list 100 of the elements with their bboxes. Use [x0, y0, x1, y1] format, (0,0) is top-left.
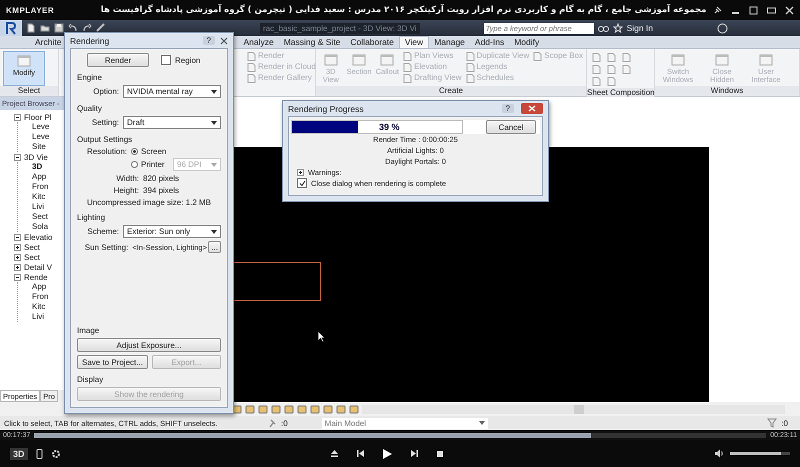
- engine-dropdown[interactable]: NVIDIA mental ray: [123, 85, 221, 98]
- model-dropdown[interactable]: Main Model: [322, 418, 488, 428]
- radio-button[interactable]: [131, 161, 138, 168]
- 3d-toggle[interactable]: 3D: [10, 448, 28, 460]
- star-icon[interactable]: [612, 23, 623, 33]
- dialog-title: Rendering: [70, 36, 110, 46]
- ribbon-tab[interactable]: Analyze: [238, 37, 279, 48]
- tree-item[interactable]: Sola: [32, 222, 48, 232]
- render-button[interactable]: Render: [87, 53, 149, 67]
- tree-item[interactable]: Fron: [32, 182, 48, 192]
- tree-item[interactable]: Floor Pl: [24, 112, 52, 122]
- checkbox[interactable]: [161, 55, 171, 65]
- ribbon-tab[interactable]: View: [398, 36, 430, 48]
- help-button[interactable]: ?: [202, 36, 215, 45]
- tree-item[interactable]: 3D: [32, 162, 42, 172]
- window-icon: [351, 52, 368, 68]
- caret-icon: [211, 230, 217, 234]
- close-icon[interactable]: [220, 36, 228, 44]
- browse-button[interactable]: ...: [208, 241, 221, 253]
- collapse-icon[interactable]: [14, 274, 21, 280]
- ribbon-tab[interactable]: Massing & Site: [278, 37, 346, 48]
- caret-icon: [211, 90, 217, 94]
- help-button[interactable]: ?: [502, 104, 514, 113]
- next-icon[interactable]: [410, 449, 419, 458]
- stop-icon[interactable]: [436, 450, 444, 458]
- volume-icon[interactable]: [714, 449, 724, 458]
- settings-icon[interactable]: [50, 448, 61, 458]
- collapse-icon[interactable]: [14, 234, 21, 240]
- filter-icon[interactable]: [767, 418, 778, 428]
- tree-item[interactable]: 3D Vie: [24, 152, 48, 162]
- field-label: Resolution:: [86, 147, 127, 156]
- tree-item[interactable]: Leve: [32, 122, 50, 132]
- maximize-icon[interactable]: [749, 6, 758, 14]
- section-heading: Quality: [77, 104, 103, 113]
- progress-percent: 39 %: [379, 122, 400, 132]
- adjust-exposure-button[interactable]: Adjust Exposure...: [77, 338, 221, 352]
- new-document-icon[interactable]: [26, 23, 36, 33]
- tree-item[interactable]: App: [32, 172, 46, 182]
- tree-item[interactable]: Kitc: [32, 302, 46, 312]
- tree-item[interactable]: Sect: [24, 252, 40, 262]
- previous-icon[interactable]: [356, 449, 365, 458]
- window-icon: [379, 52, 396, 68]
- section-heading: Image: [77, 326, 100, 335]
- fullscreen-icon[interactable]: [767, 6, 776, 14]
- ribbon-tab[interactable]: Manage: [429, 37, 470, 48]
- tree-item[interactable]: Elevatio: [24, 232, 52, 242]
- checkbox[interactable]: [297, 178, 307, 188]
- document-icon: [533, 52, 542, 60]
- sign-in-link[interactable]: Sign In: [626, 23, 654, 33]
- image-size-text: Uncompressed image size: 1.2 MB: [86, 198, 212, 207]
- tree-item[interactable]: Fron: [32, 292, 48, 302]
- expand-icon[interactable]: [14, 244, 21, 250]
- expand-icon[interactable]: [297, 169, 304, 176]
- tree-item[interactable]: Sect: [24, 242, 40, 252]
- binoculars-icon[interactable]: [598, 23, 609, 33]
- cancel-button[interactable]: Cancel: [486, 120, 536, 134]
- tree-item[interactable]: Livi: [32, 312, 44, 322]
- window-icon: [16, 53, 32, 69]
- tree-item[interactable]: Sect: [32, 212, 48, 222]
- tree-item[interactable]: Livi: [32, 202, 44, 212]
- ribbon-tab[interactable]: Archite: [30, 37, 66, 48]
- tree-item[interactable]: Site: [32, 142, 46, 152]
- expand-icon[interactable]: [14, 264, 21, 270]
- save-to-project-button[interactable]: Save to Project...: [77, 355, 148, 369]
- seek-bar[interactable]: [34, 432, 766, 438]
- field-value: 394 pixels: [143, 186, 180, 195]
- caret-icon: [478, 421, 485, 425]
- folder-icon[interactable]: [40, 23, 50, 33]
- tree-item[interactable]: Rende: [24, 272, 48, 282]
- tree-item[interactable]: App: [32, 282, 46, 292]
- field-label: Height:: [112, 186, 139, 195]
- tree-item[interactable]: Kitc: [32, 192, 46, 202]
- save-icon[interactable]: [54, 23, 64, 33]
- undo-icon[interactable]: [68, 23, 78, 33]
- radio-label: Screen: [141, 147, 166, 156]
- eject-icon[interactable]: [330, 449, 339, 458]
- tree-item[interactable]: Leve: [32, 132, 50, 142]
- app-logo-icon[interactable]: [0, 20, 22, 36]
- play-icon[interactable]: [382, 448, 393, 460]
- selection-count: :0: [281, 418, 288, 428]
- checkbox-label: Region: [175, 56, 200, 64]
- quality-dropdown[interactable]: Draft: [123, 116, 221, 129]
- window-icon: [714, 52, 730, 68]
- radio-button[interactable]: [131, 148, 138, 155]
- section-heading: Lighting: [77, 213, 106, 222]
- field-value: 820 pixels: [143, 174, 180, 183]
- ribbon-tab[interactable]: Modify: [509, 37, 544, 48]
- phone-icon[interactable]: [36, 448, 43, 458]
- scheme-dropdown[interactable]: Exterior: Sun only: [123, 225, 221, 238]
- ribbon-tab[interactable]: Collaborate: [345, 37, 399, 48]
- redo-icon[interactable]: [82, 23, 92, 33]
- filter-count: :0: [781, 418, 788, 428]
- expand-icon[interactable]: [14, 254, 21, 260]
- scrollbar[interactable]: [362, 404, 785, 414]
- field-label: Width:: [115, 174, 139, 183]
- ribbon-tab[interactable]: Add-Ins: [470, 37, 510, 48]
- collapse-icon[interactable]: [14, 114, 21, 120]
- field-label: Sun Setting:: [84, 242, 128, 252]
- collapse-icon[interactable]: [14, 154, 21, 160]
- tree-item[interactable]: Detail V: [24, 262, 52, 272]
